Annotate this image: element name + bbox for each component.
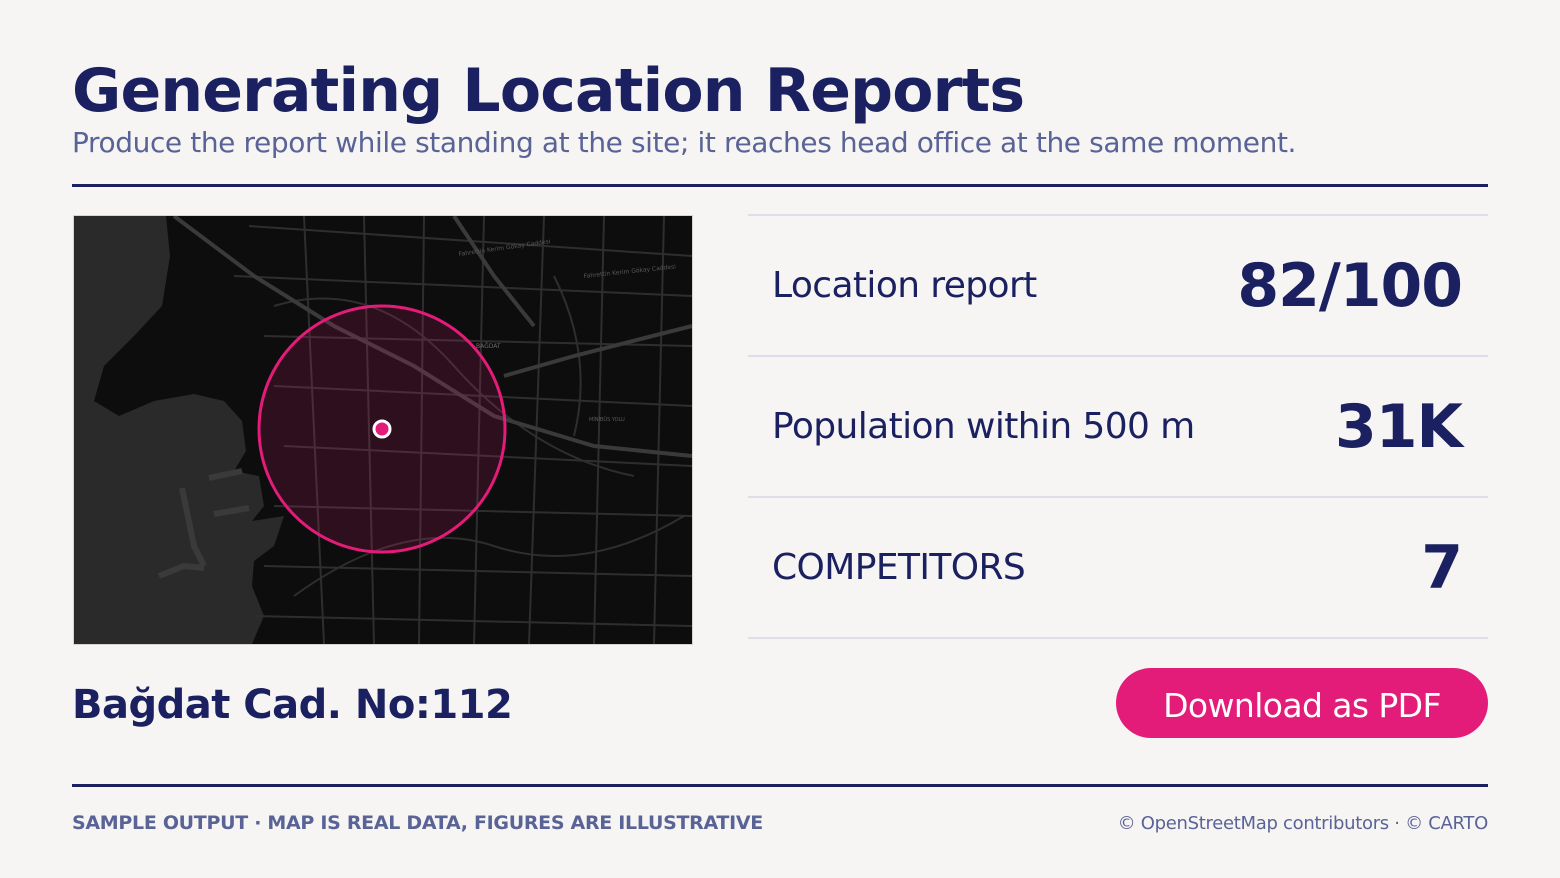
download-pdf-button[interactable]: Download as PDF — [1116, 668, 1488, 738]
footer-divider — [72, 784, 1488, 787]
street-label: MİNİBÜS YOLU — [589, 416, 625, 423]
stat-label: Population within 500 m — [772, 406, 1195, 447]
map-attribution: © OpenStreetMap contributors · © CARTO — [1117, 813, 1489, 834]
stat-row-location-report: Location report 82/100 — [748, 214, 1488, 355]
site-address: Bağdat Cad. No:112 — [72, 682, 513, 728]
stat-label: COMPETITORS — [772, 547, 1026, 588]
stat-value: 31K — [1335, 391, 1463, 462]
stat-row-competitors: COMPETITORS 7 — [748, 496, 1488, 639]
map-canvas[interactable]: Fahrettin Kerim Gökay Caddesi Fahrettin … — [74, 216, 692, 644]
stat-value: 82/100 — [1237, 250, 1463, 321]
footer-note: SAMPLE OUTPUT · MAP IS REAL DATA, FIGURE… — [72, 812, 763, 834]
page-subtitle: Produce the report while standing at the… — [72, 126, 1297, 159]
page-title: Generating Location Reports — [72, 56, 1025, 126]
site-marker[interactable] — [372, 419, 392, 439]
street-label: BAĞDAT — [476, 343, 501, 350]
stat-row-population: Population within 500 m 31K — [748, 355, 1488, 496]
location-map[interactable]: Fahrettin Kerim Gökay Caddesi Fahrettin … — [73, 215, 693, 645]
header-divider — [72, 184, 1488, 187]
stat-label: Location report — [772, 265, 1037, 306]
stats-panel: Location report 82/100 Population within… — [748, 214, 1488, 639]
stat-value: 7 — [1421, 532, 1463, 603]
